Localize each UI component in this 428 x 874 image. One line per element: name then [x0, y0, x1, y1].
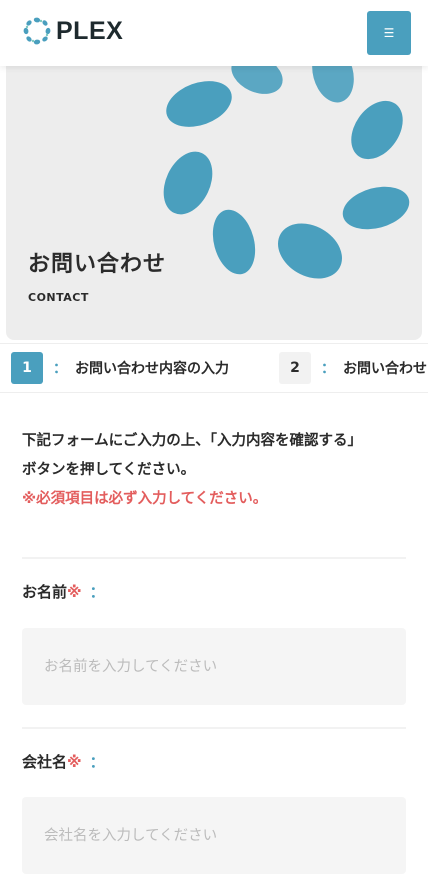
step-separator: ： [53, 361, 67, 377]
step-indicator: 1 ： お問い合わせ内容の入力 2 ： お問い合わせ内容の確認 [0, 343, 428, 393]
step-separator: ： [321, 361, 335, 377]
step-label-2: お問い合わせ内容の確認 [343, 361, 428, 377]
site-header: PLEX ☰ [0, 0, 428, 66]
required-note: ※必須項目は必ず入力してください。 [22, 491, 268, 507]
divider [22, 557, 406, 559]
instruction-line-1: 下記フォームにご入力の上、「入力内容を確認する」 [22, 433, 363, 449]
step-number-2: 2 [279, 352, 311, 384]
page-subtitle: CONTACT [28, 291, 89, 304]
field-label-text: お名前 [22, 583, 68, 601]
label-colon: ： [89, 753, 105, 771]
logo-text: PLEX [56, 16, 124, 45]
logo[interactable]: PLEX [22, 16, 123, 46]
step-label-1: お問い合わせ内容の入力 [75, 361, 229, 377]
instruction-line-2: ボタンを押してください。 [22, 462, 196, 478]
field-label-text: 会社名 [22, 753, 68, 771]
step-number-1: 1 [11, 352, 43, 384]
company-field-label: 会社名※ ： [22, 751, 105, 772]
required-mark: ※ [67, 583, 82, 601]
name-input[interactable] [22, 628, 406, 705]
required-mark: ※ [67, 753, 82, 771]
name-field-label: お名前※ ： [22, 581, 105, 602]
divider [22, 727, 406, 729]
page-title: お問い合わせ [28, 252, 167, 277]
step-2: 2 ： お問い合わせ内容の確認 [279, 352, 428, 384]
plex-logo-icon [23, 17, 51, 45]
label-colon: ： [89, 583, 105, 601]
hero-banner: お問い合わせ CONTACT [6, 58, 422, 340]
hamburger-icon: ☰ [383, 26, 395, 40]
company-input[interactable] [22, 797, 406, 874]
form-instructions: 下記フォームにご入力の上、「入力内容を確認する」 ボタンを押してください。 ※必… [22, 427, 412, 514]
menu-button[interactable]: ☰ [367, 11, 411, 55]
step-1: 1 ： お問い合わせ内容の入力 [11, 352, 229, 384]
